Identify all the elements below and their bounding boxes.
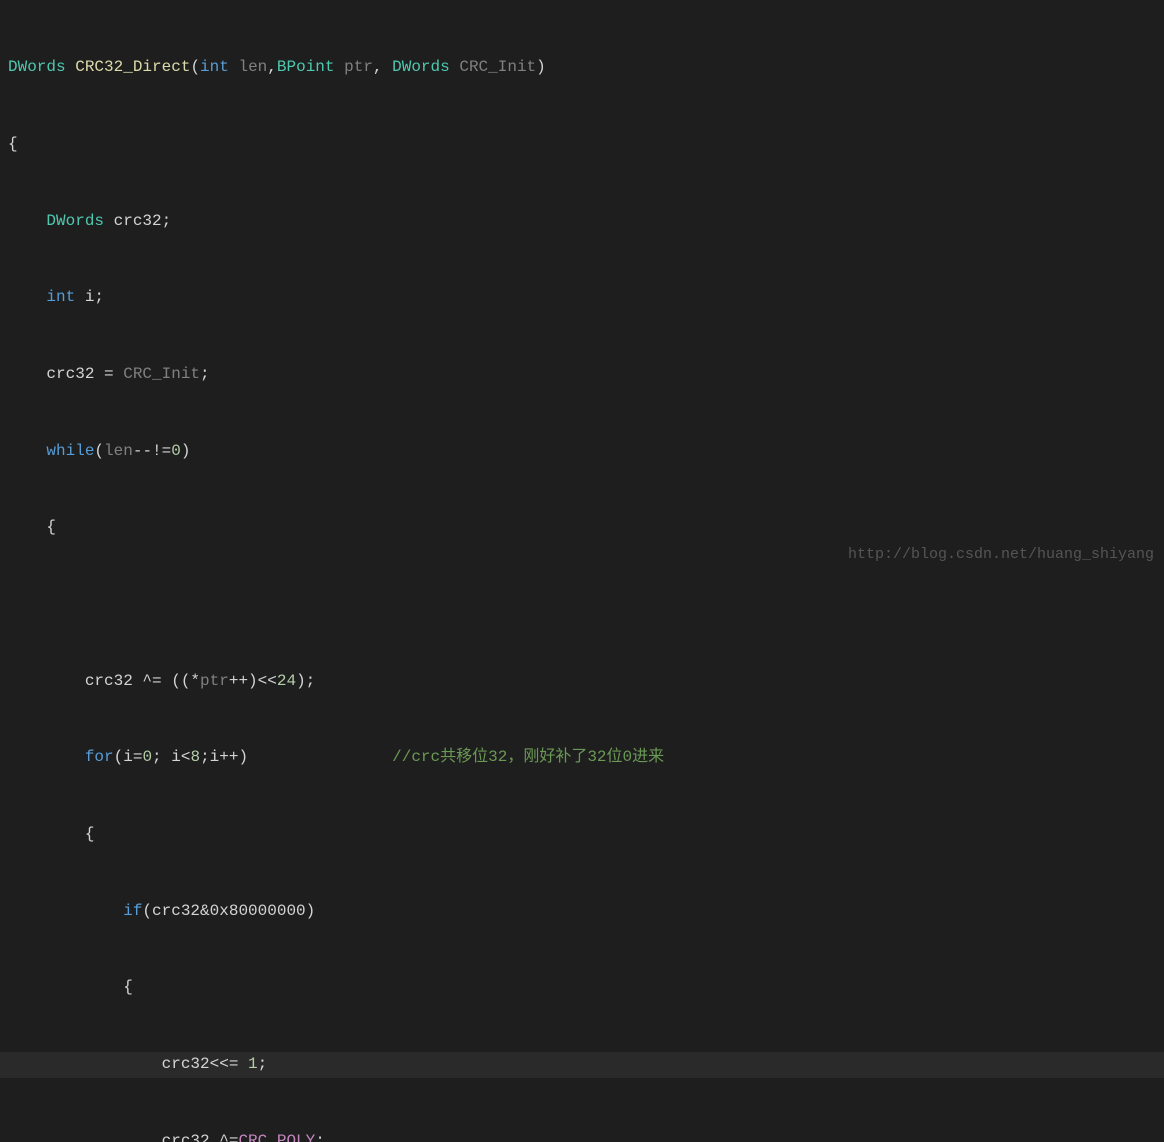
keyword: if xyxy=(123,899,142,925)
number: 0 xyxy=(171,439,181,465)
identifier: CRC_Init xyxy=(123,362,200,388)
keyword: for xyxy=(85,745,114,771)
semi: ; xyxy=(315,1129,325,1142)
indent xyxy=(8,439,46,465)
code-line: crc32 ^=CRC_POLY; xyxy=(0,1129,1164,1142)
code-line: if(crc32&0x80000000) xyxy=(0,899,1164,925)
param: CRC_Init xyxy=(459,55,536,81)
constant: CRC_POLY xyxy=(238,1129,315,1142)
code-line: DWords CRC32_Direct(int len,BPoint ptr, … xyxy=(0,55,1164,81)
variable: i; xyxy=(85,285,104,311)
brace: { xyxy=(8,822,94,848)
indent xyxy=(8,745,85,771)
identifier: ptr xyxy=(200,669,229,695)
semi: ; xyxy=(200,362,210,388)
code-editor[interactable]: DWords CRC32_Direct(int len,BPoint ptr, … xyxy=(0,0,1164,1142)
keyword: int xyxy=(200,55,229,81)
keyword: int xyxy=(46,285,75,311)
code-text: crc32<<= xyxy=(162,1052,248,1078)
code-text: crc32 = xyxy=(46,362,123,388)
code-text: crc32 ^= xyxy=(162,1129,239,1142)
code-line: for(i=0; i<8;i++) //crc共移位32，刚好补了32位0进来 xyxy=(0,745,1164,771)
code-line: int i; xyxy=(0,285,1164,311)
keyword: while xyxy=(46,439,94,465)
paren: ) xyxy=(536,55,546,81)
code-line: crc32 = CRC_Init; xyxy=(0,362,1164,388)
indent xyxy=(8,285,46,311)
code-text: (i= xyxy=(114,745,143,771)
brace: { xyxy=(8,132,18,158)
indent xyxy=(8,669,85,695)
indent xyxy=(8,899,123,925)
identifier: len xyxy=(104,439,133,465)
indent xyxy=(8,362,46,388)
indent xyxy=(8,1052,162,1078)
code-text: (crc32&0x80000000) xyxy=(142,899,315,925)
code-text: ); xyxy=(296,669,315,695)
type-token: DWords xyxy=(46,209,104,235)
comma: , xyxy=(267,55,277,81)
code-text: ;i++) xyxy=(200,745,248,771)
type-token: DWords xyxy=(8,55,66,81)
param: ptr xyxy=(344,55,373,81)
code-line-highlighted: crc32<<= 1; xyxy=(0,1052,1164,1078)
function-name: CRC32_Direct xyxy=(75,55,190,81)
param: len xyxy=(238,55,267,81)
code-line: { xyxy=(0,515,1164,541)
type-token: DWords xyxy=(392,55,450,81)
semi: ; xyxy=(258,1052,268,1078)
paren: ) xyxy=(181,439,191,465)
variable: crc32; xyxy=(114,209,172,235)
brace: { xyxy=(8,975,133,1001)
type-token: BPoint xyxy=(277,55,335,81)
code-line: while(len--!=0) xyxy=(0,439,1164,465)
number: 1 xyxy=(248,1052,258,1078)
operator: --!= xyxy=(133,439,171,465)
number: 0 xyxy=(142,745,152,771)
code-text: ++)<< xyxy=(229,669,277,695)
code-line: DWords crc32; xyxy=(0,209,1164,235)
watermark-text: http://blog.csdn.net/huang_shiyang xyxy=(848,546,1154,563)
number: 24 xyxy=(277,669,296,695)
number: 8 xyxy=(190,745,200,771)
comment: //crc共移位32，刚好补了32位0进来 xyxy=(392,745,664,771)
code-line: { xyxy=(0,822,1164,848)
code-line: { xyxy=(0,132,1164,158)
brace: { xyxy=(8,515,56,541)
code-line xyxy=(0,592,1164,618)
indent xyxy=(8,1129,162,1142)
indent xyxy=(8,209,46,235)
paren: ( xyxy=(94,439,104,465)
spacer xyxy=(248,745,392,771)
paren: ( xyxy=(190,55,200,81)
code-text: ; i< xyxy=(152,745,190,771)
code-line: crc32 ^= ((*ptr++)<<24); xyxy=(0,669,1164,695)
comma: , xyxy=(373,55,392,81)
code-line: { xyxy=(0,975,1164,1001)
code-text: crc32 ^= ((* xyxy=(85,669,200,695)
